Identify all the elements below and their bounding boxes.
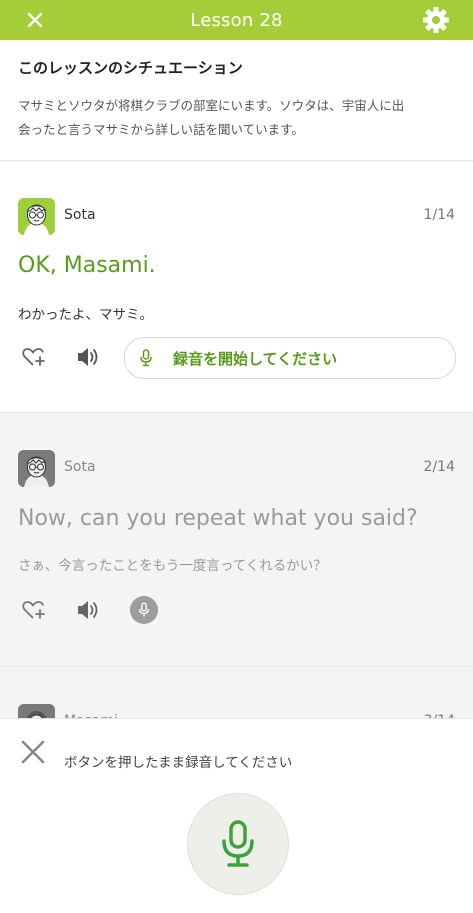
- avatar: [18, 450, 55, 487]
- favorite-button[interactable]: [20, 596, 48, 624]
- start-recording-label: 録音を開始してください: [173, 349, 338, 368]
- play-audio-button[interactable]: [74, 343, 102, 371]
- situation-description: マサミとソウタが将棋クラブの部室にいます。ソウタは、宇宙人に出 会ったと言うマサ…: [18, 94, 458, 142]
- speaker-name: Sota: [64, 459, 96, 475]
- heart-plus-icon: [22, 601, 45, 619]
- heart-plus-icon: [22, 348, 45, 366]
- avatar: [18, 198, 55, 235]
- english-line: OK, Masami.: [18, 253, 156, 278]
- close-icon: [21, 740, 45, 764]
- header-bar: Lesson 28: [0, 0, 473, 40]
- english-line: Now, can you repeat what you said?: [18, 506, 418, 531]
- japanese-translation: さぁ、今言ったことをもう一度言ってくれるかい？: [18, 558, 327, 574]
- japanese-translation: わかったよ、マサミ。: [18, 307, 153, 323]
- close-button[interactable]: [22, 7, 48, 33]
- close-recording-button[interactable]: [20, 739, 46, 765]
- situation-panel: このレッスンのシチュエーション マサミとソウタが将棋クラブの部室にいます。ソウタ…: [0, 40, 473, 161]
- microphone-icon: [139, 602, 149, 617]
- dialogue-card-2[interactable]: Sota 2/14 Now, can you repeat what you s…: [0, 413, 473, 666]
- recording-panel: ボタンを押したまま録音してください: [0, 718, 473, 913]
- gear-icon: [423, 7, 449, 33]
- speaker-icon: [78, 348, 98, 366]
- sota-avatar-icon: [18, 450, 55, 487]
- line-counter: 1/14: [423, 207, 455, 223]
- microphone-icon: [222, 820, 254, 867]
- speaker-icon: [78, 601, 98, 619]
- situation-heading: このレッスンのシチュエーション: [18, 59, 243, 77]
- favorite-button[interactable]: [20, 343, 48, 371]
- speaker-name: Sota: [64, 207, 96, 223]
- recording-instruction: ボタンを押したまま録音してください: [64, 755, 293, 771]
- microphone-icon: [140, 349, 152, 367]
- sota-avatar-icon: [18, 198, 55, 235]
- line-counter: 2/14: [423, 459, 455, 475]
- record-button[interactable]: [130, 596, 158, 624]
- hold-to-record-button[interactable]: [187, 793, 289, 895]
- play-audio-button[interactable]: [74, 596, 102, 624]
- dialogue-card-1[interactable]: Sota 1/14 OK, Masami. わかったよ、マサミ。 録音を開始して…: [0, 162, 473, 412]
- situation-line-2: 会ったと言うマサミから詳しい話を聞いています。: [18, 122, 304, 137]
- start-recording-button[interactable]: 録音を開始してください: [124, 337, 456, 379]
- situation-line-1: マサミとソウタが将棋クラブの部室にいます。ソウタは、宇宙人に出: [18, 98, 405, 113]
- settings-button[interactable]: [421, 5, 451, 35]
- close-icon: [27, 12, 43, 28]
- lesson-title: Lesson 28: [190, 9, 283, 31]
